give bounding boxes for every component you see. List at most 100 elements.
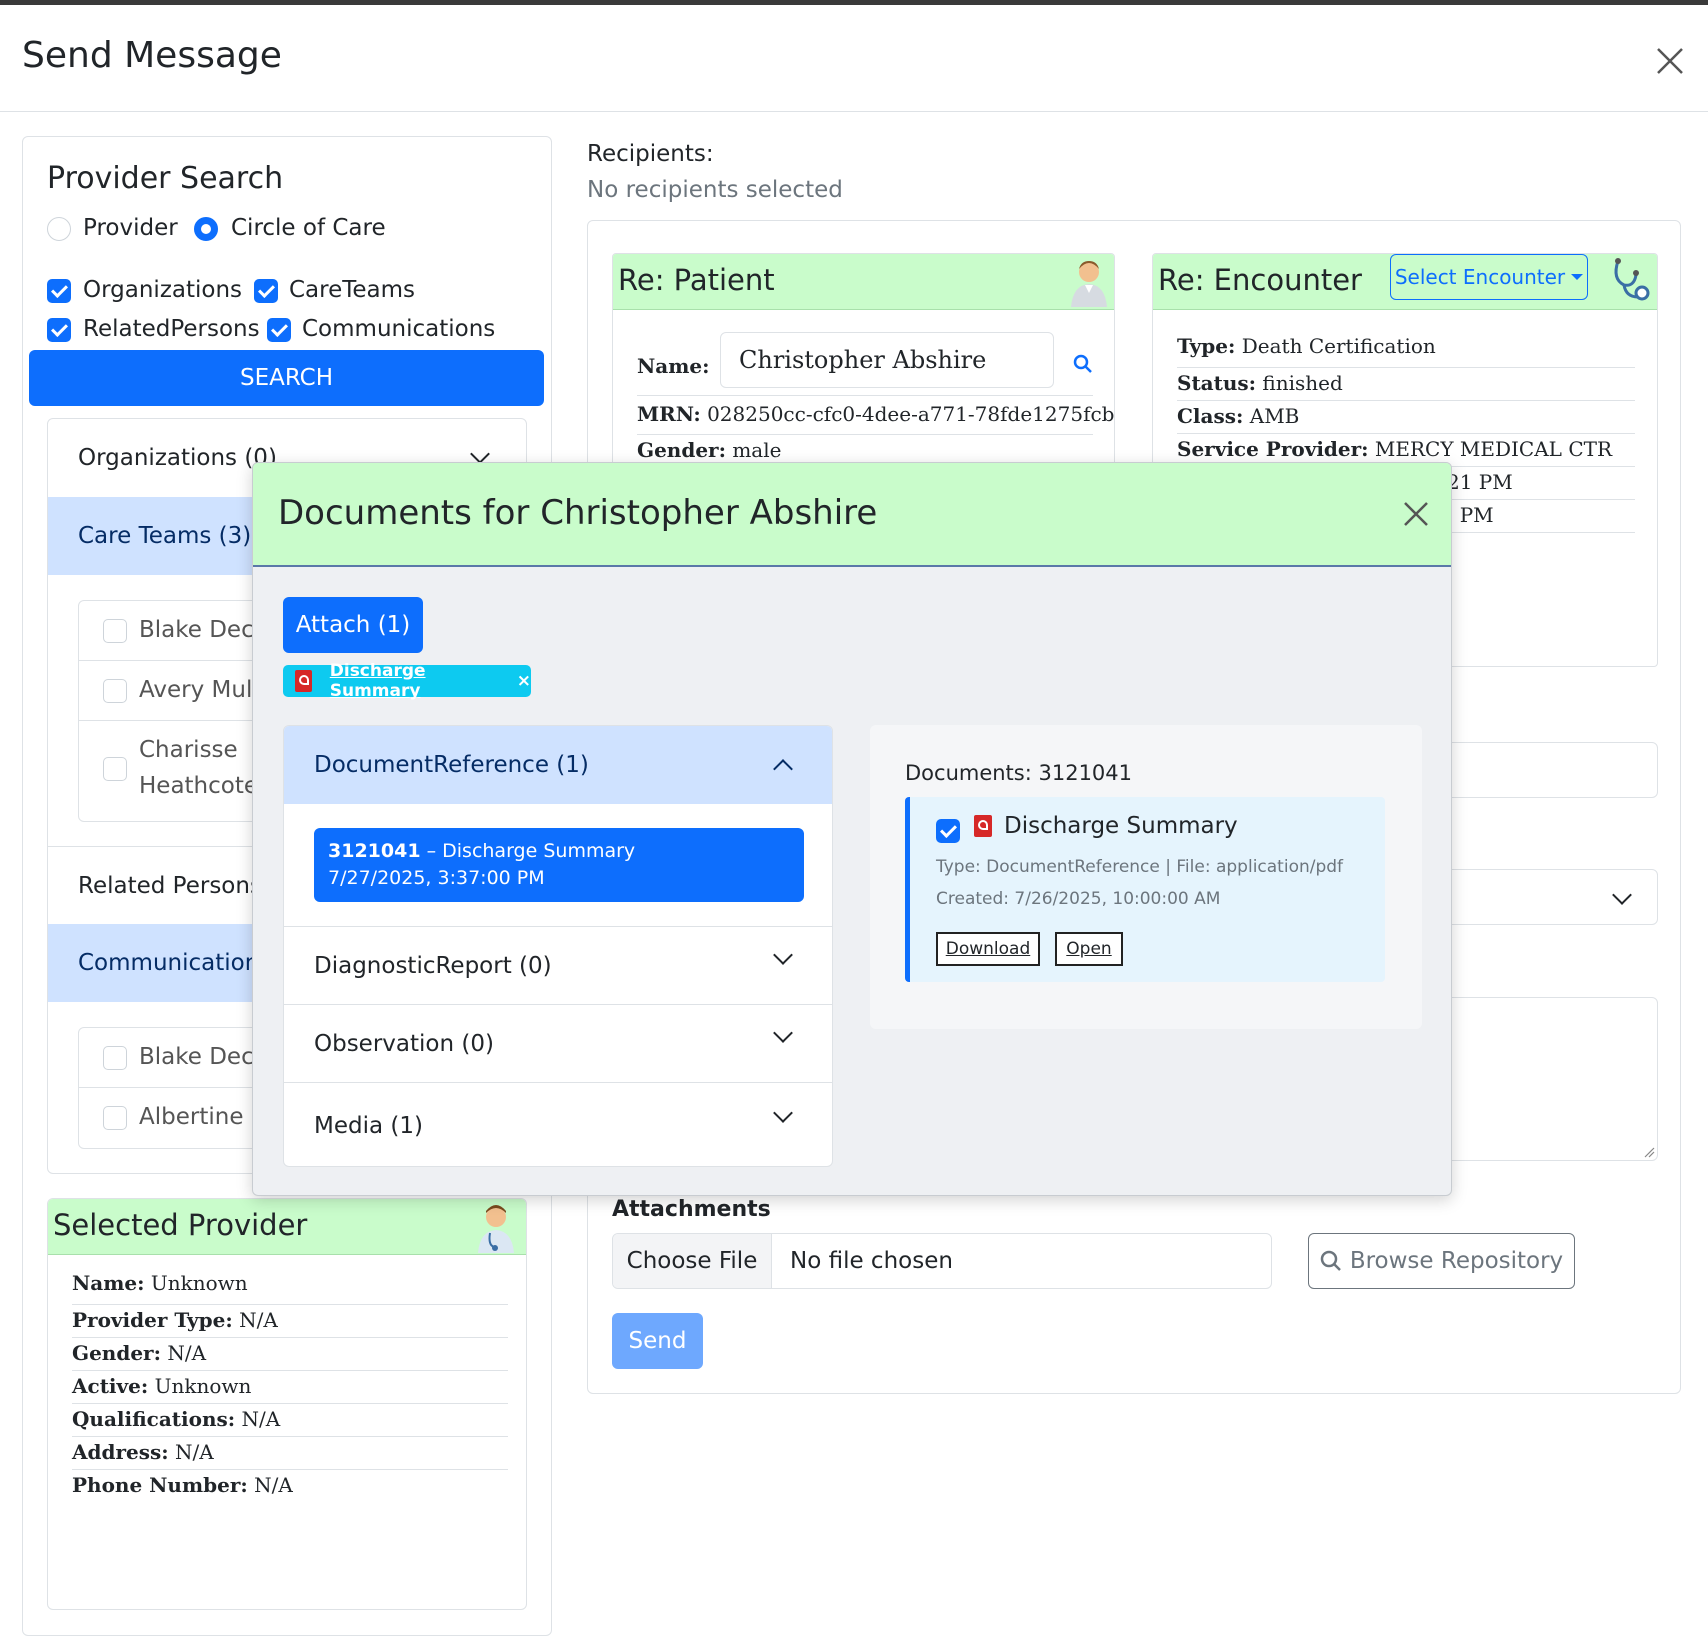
remove-icon[interactable]: × — [517, 671, 531, 691]
selected-provider-header: Selected Provider — [48, 1199, 526, 1257]
resize-handle-icon[interactable] — [1643, 1146, 1655, 1158]
document-meta-type: Type: DocumentReference | File: applicat… — [936, 857, 1344, 877]
accordion-diagnosticreport[interactable]: DiagnosticReport (0) — [284, 926, 832, 1004]
checkbox-communications[interactable] — [267, 318, 291, 342]
accordion-documentreference-label: DocumentReference (1) — [314, 752, 589, 778]
accordion-diagnosticreport-label: DiagnosticReport (0) — [314, 952, 552, 979]
document-detail-panel: Documents: 3121041 Discharge Summary Typ… — [870, 725, 1422, 1029]
selected-provider-fields: Name: Unknown Provider Type: N/A Gender:… — [72, 1271, 508, 1503]
field-value: N/A — [239, 1308, 278, 1332]
field-value: Death Certification — [1241, 334, 1436, 358]
close-icon[interactable] — [1401, 499, 1431, 533]
field-key: Phone Number: — [72, 1473, 248, 1497]
member-checkbox[interactable] — [103, 1046, 127, 1070]
open-button[interactable]: Open — [1055, 932, 1123, 966]
field-key: Address: — [72, 1440, 169, 1464]
accordion-organizations-label: Organizations (0) — [78, 445, 277, 471]
patient-mrn-value: 028250cc-cfc0-4dee-a771-78fde1275fcb — [707, 402, 1115, 426]
file-status: No file chosen — [790, 1248, 953, 1274]
modal-title: Send Message — [22, 35, 282, 76]
search-icon[interactable] — [1073, 354, 1093, 378]
patient-mrn-row: MRN: 028250cc-cfc0-4dee-a771-78fde1275fc… — [637, 402, 1114, 435]
pdf-icon — [974, 815, 992, 837]
document-card-title: Discharge Summary — [1004, 813, 1238, 839]
field-key: Gender: — [637, 438, 726, 462]
patient-gender-value: male — [732, 438, 782, 462]
browse-repository-label: Browse Repository — [1349, 1248, 1564, 1274]
field-value: N/A — [254, 1473, 293, 1497]
recipients-label: Recipients: — [587, 141, 714, 167]
send-button[interactable]: Send — [612, 1313, 703, 1369]
accordion-related-persons-label: Related Persons — [78, 872, 262, 899]
field-row: Qualifications: N/A — [72, 1404, 508, 1437]
member-name: Charisse — [139, 737, 238, 763]
field-key: MRN: — [637, 402, 701, 426]
pdf-icon — [295, 670, 312, 692]
field-value: Unknown — [150, 1271, 248, 1295]
header-divider — [0, 111, 1708, 112]
select-encounter-dropdown[interactable]: Select Encounter — [1390, 254, 1588, 300]
document-card: Discharge Summary Type: DocumentReferenc… — [905, 797, 1385, 982]
member-checkbox[interactable] — [103, 757, 127, 781]
attachments-label: Attachments — [612, 1197, 771, 1222]
field-value: 21 PM — [1447, 470, 1513, 494]
checkbox-organizations[interactable] — [47, 279, 71, 303]
field-value: Unknown — [154, 1374, 252, 1398]
checkbox-organizations-label: Organizations — [83, 277, 243, 303]
member-name: Albertine C — [139, 1104, 267, 1130]
member-checkbox[interactable] — [103, 1106, 127, 1130]
checkbox-careteams[interactable] — [254, 279, 278, 303]
field-row: Name: Unknown — [72, 1271, 508, 1305]
browse-repository-button[interactable]: Browse Repository — [1308, 1233, 1575, 1289]
document-item-selected[interactable]: 3121041 – Discharge Summary 7/27/2025, 3… — [314, 828, 804, 902]
document-type-accordion: DocumentReference (1) 3121041 – Discharg… — [283, 725, 833, 1167]
search-icon — [1320, 1250, 1341, 1271]
accordion-communications-label: Communications — [78, 950, 272, 976]
attach-button[interactable]: Attach (1) — [283, 597, 423, 653]
encounter-title: Re: Encounter — [1158, 263, 1362, 297]
radio-provider-label: Provider — [83, 215, 178, 241]
divider — [637, 395, 1093, 396]
attachment-chip-label[interactable]: Discharge Summary — [330, 661, 509, 701]
member-checkbox[interactable] — [103, 619, 127, 643]
attachment-chip[interactable]: Discharge Summary × — [283, 661, 531, 701]
radio-provider[interactable] — [47, 217, 71, 241]
patient-name-label: Name: — [637, 354, 710, 378]
document-separator: – — [420, 840, 443, 862]
accordion-documentreference[interactable]: DocumentReference (1) — [284, 726, 832, 804]
selected-provider-card: Selected Provider Name: Unknown Provider… — [47, 1198, 527, 1610]
search-button[interactable]: SEARCH — [29, 350, 544, 406]
checkbox-relatedpersons[interactable] — [47, 318, 71, 342]
field-key: Gender: — [72, 1341, 161, 1365]
radio-circle-of-care[interactable] — [194, 217, 218, 241]
accordion-care-teams-label: Care Teams (3) — [78, 523, 252, 549]
field-value: N/A — [175, 1440, 214, 1464]
caret-down-icon — [1571, 274, 1584, 280]
file-input[interactable]: Choose File No file chosen — [612, 1233, 1272, 1289]
accordion-observation[interactable]: Observation (0) — [284, 1004, 832, 1082]
chevron-down-icon — [1612, 885, 1632, 905]
patient-name-input[interactable]: Christopher Abshire — [720, 332, 1054, 388]
field-value: N/A — [167, 1341, 207, 1365]
field-value: MERCY MEDICAL CTR — [1374, 437, 1613, 461]
doctor-icon — [474, 1203, 518, 1257]
recipients-empty: No recipients selected — [587, 177, 843, 203]
field-value: N/A — [241, 1407, 281, 1431]
checkbox-careteams-label: CareTeams — [289, 277, 416, 303]
document-meta-created: Created: 7/26/2025, 10:00:00 AM — [936, 889, 1221, 909]
choose-file-button[interactable]: Choose File — [613, 1234, 772, 1288]
member-name: Avery Mull — [139, 677, 259, 703]
member-checkbox[interactable] — [103, 679, 127, 703]
field-row: Class: AMB — [1177, 401, 1635, 434]
download-button[interactable]: Download — [936, 932, 1040, 966]
document-name: Discharge Summary — [442, 840, 636, 862]
field-key: Status: — [1177, 371, 1257, 395]
field-key: Class: — [1177, 404, 1244, 428]
patient-title: Re: Patient — [618, 263, 775, 297]
field-key: Name: — [72, 1271, 145, 1295]
accordion-media[interactable]: Media (1) — [284, 1082, 832, 1166]
selected-provider-title: Selected Provider — [53, 1208, 308, 1242]
close-icon[interactable] — [1652, 43, 1688, 79]
document-checkbox[interactable] — [936, 819, 960, 843]
field-value: AMB — [1249, 404, 1300, 428]
